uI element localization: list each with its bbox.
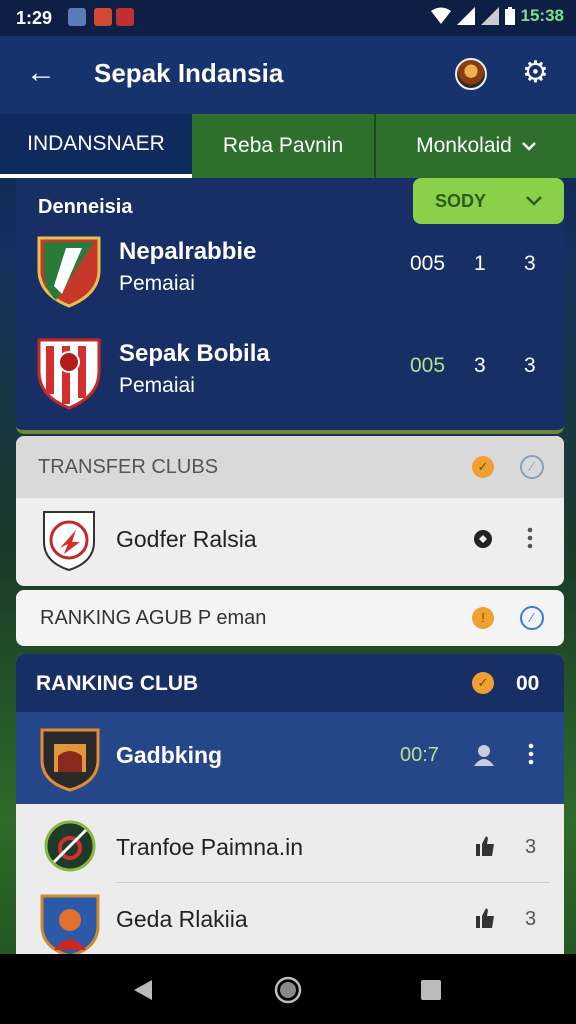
team-subtitle: Pemaiai [119, 374, 195, 397]
tab-bar: INDANSNAER Reba Pavnin Monkolaid [0, 114, 576, 178]
battery-icon [504, 7, 515, 25]
ranking-filter-label: RANKING AGUB P eman [40, 607, 267, 629]
transfer-header: TRANSFER CLUBS ✓ ∕ [16, 436, 564, 498]
club-value: 3 [525, 908, 537, 930]
chevron-down-icon [526, 196, 542, 206]
alert-notification-icon [116, 8, 134, 26]
app-bar: ← Sepak Indansia ⚙ [0, 36, 576, 114]
app-notification-icon [94, 8, 112, 26]
team-points: 3 [524, 252, 536, 275]
list-item[interactable]: Godfer Ralsia [16, 498, 564, 586]
team-name: Sepak Bobila [119, 340, 270, 367]
team-points: 3 [524, 354, 536, 377]
row-divider [116, 882, 550, 883]
filter-dropdown[interactable]: SODY [413, 178, 564, 224]
nav-recents-icon[interactable] [421, 980, 441, 1000]
ranking-club-card: RANKING CLUB ✓ 00 Gadbking 00:7 Tranfoe … [16, 654, 564, 954]
match-row[interactable]: Sepak Bobila Pemaiai 005 3 3 [16, 336, 564, 426]
club-crest-icon [40, 728, 100, 792]
team-subtitle: Pemaiai [119, 272, 195, 295]
table-row[interactable]: Gadbking 00:7 [16, 712, 564, 804]
compass-icon[interactable]: ∕ [520, 455, 544, 479]
nav-home-icon[interactable] [274, 976, 302, 1004]
match-time: 005 [410, 252, 446, 275]
team-name: Nepalrabbie [119, 238, 257, 265]
filter-label: SODY [435, 190, 487, 211]
table-row[interactable]: Geda Rlakiia 3 [16, 884, 564, 954]
page-title: Sepak Indansia [94, 58, 284, 88]
status-bar: 1:29 15:38 [0, 0, 576, 36]
compass-icon[interactable]: ∕ [520, 606, 544, 630]
club-value: 00:7 [400, 744, 439, 766]
club-crest-icon [40, 894, 100, 954]
transfer-clubs-card: TRANSFER CLUBS ✓ ∕ Godfer Ralsia [16, 436, 564, 586]
section-title: TRANSFER CLUBS [38, 456, 219, 478]
chat-icon[interactable] [472, 528, 494, 550]
club-crest-icon [44, 820, 96, 872]
club-crest-icon [43, 511, 95, 572]
tab-monkolaid[interactable]: Monkolaid [376, 114, 576, 178]
team-crest-icon [37, 236, 101, 308]
more-vert-icon[interactable] [528, 742, 534, 766]
avatar[interactable] [455, 58, 487, 90]
signal-secondary-icon [480, 7, 499, 25]
league-title: Denneisia [38, 196, 133, 218]
thumbs-up-icon[interactable] [474, 836, 494, 856]
team-crest-icon [37, 338, 101, 410]
signal-icon [456, 7, 475, 25]
match-card: Denneisia SODY Nepalrabbie Pemaiai 005 1… [16, 178, 564, 434]
status-time: 1:29 [16, 8, 53, 28]
wifi-icon [430, 7, 451, 24]
club-value: 3 [525, 836, 537, 858]
match-row[interactable]: Nepalrabbie Pemaiai 005 1 3 [16, 234, 564, 324]
tab-reba-pavnin[interactable]: Reba Pavnin [192, 114, 376, 178]
gear-icon[interactable]: ⚙ [522, 56, 549, 90]
tab-label: INDANSNAER [27, 132, 165, 155]
tab-label: Reba Pavnin [222, 134, 344, 157]
back-arrow-icon[interactable]: ← [26, 56, 56, 90]
check-badge-icon[interactable]: ✓ [472, 456, 494, 478]
status-indicators: 15:38 [430, 6, 564, 26]
ranking-filter-bar[interactable]: RANKING AGUB P eman ! ∕ [16, 590, 564, 646]
club-name: Godfer Ralsia [116, 526, 257, 552]
nav-back-icon[interactable] [132, 978, 154, 1002]
notification-icon [68, 8, 86, 26]
chevron-down-icon [521, 142, 536, 151]
team-score: 3 [474, 354, 486, 377]
status-clock: 15:38 [520, 6, 564, 25]
club-name: Geda Rlakiia [116, 906, 248, 932]
tab-indansnaer[interactable]: INDANSNAER [0, 114, 192, 178]
club-name: Tranfoe Paimna.in [116, 834, 304, 860]
match-time: 005 [410, 354, 446, 377]
more-vert-icon[interactable] [527, 526, 533, 550]
tab-label: Monkolaid [416, 134, 512, 157]
thumbs-up-icon[interactable] [474, 908, 494, 928]
section-title: RANKING CLUB [36, 672, 199, 695]
club-name: Gadbking [116, 742, 223, 768]
ranking-club-header: RANKING CLUB ✓ 00 [16, 654, 564, 712]
check-badge-icon[interactable]: ✓ [472, 672, 494, 694]
system-nav-bar [0, 954, 576, 1024]
header-count: 00 [516, 672, 540, 695]
person-icon[interactable] [474, 744, 494, 766]
team-score: 1 [474, 252, 486, 275]
bolt-badge-icon[interactable]: ! [472, 607, 494, 629]
